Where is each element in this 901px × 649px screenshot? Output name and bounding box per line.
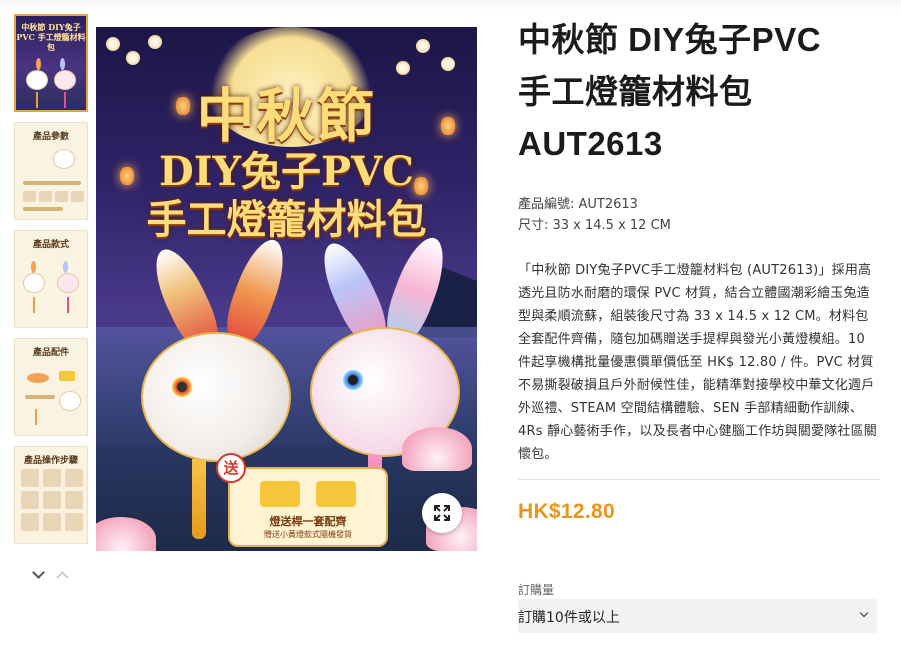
main-product-image[interactable]: 中秋節 DIY兔子PVC 手工燈籠材料包 燈送桿一套配齊 贈送小黃燈款式隨機發貨… — [96, 27, 477, 551]
product-size: 尺寸: 33 x 14.5 x 12 CM — [518, 218, 671, 233]
param-cell — [71, 191, 84, 202]
thumbnail-3[interactable]: 產品款式 — [14, 230, 88, 328]
rabbit-ear — [36, 58, 41, 70]
thumbnail-title: 產品款式 — [32, 240, 69, 250]
blossom — [148, 35, 162, 49]
tassel — [64, 92, 66, 108]
product-title-line2: 手工燈籠材料包 — [518, 73, 753, 110]
param-cell — [39, 191, 52, 202]
quantity-selected-value: 訂購10件或以上 — [518, 610, 620, 626]
yellow-light — [59, 371, 75, 381]
param-cell — [55, 191, 68, 202]
step-cell — [43, 491, 61, 509]
blossom — [126, 51, 140, 65]
blossom — [106, 37, 120, 51]
step-cell — [65, 513, 83, 531]
thumbnail-title: 產品參數 — [32, 132, 69, 142]
gift-text-2: 贈送小黃燈款式隨機發貨 — [264, 530, 352, 539]
product-meta: 產品編號: AUT2613 尺寸: 33 x 14.5 x 12 CM — [518, 194, 880, 236]
quantity-label: 訂購量 — [518, 583, 555, 597]
thumbnail-2[interactable]: 產品參數 — [14, 122, 88, 220]
gift-box: 燈送桿一套配齊 贈送小黃燈款式隨機發貨 — [228, 467, 388, 547]
rabbit-eye — [171, 376, 193, 398]
step-cell — [65, 491, 83, 509]
thumbnail-title: 產品操作步驟 — [23, 456, 78, 466]
handle-stick — [25, 395, 55, 399]
rabbit-ear — [27, 373, 49, 383]
top-border — [0, 0, 901, 10]
param-bar — [23, 181, 81, 185]
yellow-light — [316, 481, 356, 507]
lotus-flower — [402, 427, 472, 471]
rabbit-ear — [60, 58, 65, 70]
param-cell — [23, 191, 36, 202]
lotus-flower — [96, 517, 156, 551]
product-description: 「中秋節 DIY兔子PVC手工燈籠材料包 (AUT2613)」採用高透光且防水耐… — [518, 263, 878, 462]
thumbnail-5[interactable]: 產品操作步驟 — [14, 446, 88, 544]
chevron-down-icon[interactable] — [32, 566, 45, 579]
step-cell — [65, 469, 83, 487]
rabbit-lantern — [23, 273, 45, 293]
rabbit-ear — [31, 261, 36, 273]
rabbit-lantern — [53, 149, 75, 169]
thumbnail-title: 中秋節 DIY兔子PVC 手工燈籠材料包 — [16, 22, 86, 52]
tassel — [67, 297, 69, 313]
tassel — [36, 92, 38, 108]
step-cell — [21, 513, 39, 531]
product-sku: 產品編號: AUT2613 — [518, 197, 638, 212]
thumbnail-list: 中秋節 DIY兔子PVC 手工燈籠材料包 產品參數 產品款式 產品配件 產品操作 — [14, 14, 88, 554]
step-cell — [21, 491, 39, 509]
thumbnail-4[interactable]: 產品配件 — [14, 338, 88, 436]
rabbit-lantern — [57, 273, 79, 293]
product-info: 中秋節 DIY兔子PVC 手工燈籠材料包 AUT2613 產品編號: AUT26… — [518, 14, 880, 524]
chevron-down-icon — [859, 608, 869, 618]
step-cell — [21, 469, 39, 487]
param-bar — [23, 207, 63, 211]
blossom — [416, 39, 430, 53]
product-title: 中秋節 DIY兔子PVC 手工燈籠材料包 AUT2613 — [518, 14, 880, 170]
thumbnail-title: 產品配件 — [32, 348, 69, 358]
gift-badge: 送 — [216, 453, 246, 483]
step-cell — [43, 513, 61, 531]
tassel — [35, 409, 37, 425]
chevron-up-icon[interactable] — [56, 571, 69, 584]
product-title-line1: 中秋節 DIY兔子PVC — [518, 21, 822, 58]
product-title-line3: AUT2613 — [518, 125, 663, 162]
product-price: HK$12.80 — [518, 500, 615, 523]
rabbit-eye — [342, 369, 364, 391]
rabbit-lantern — [54, 70, 76, 90]
expand-icon — [434, 505, 450, 521]
rabbit-lantern — [59, 391, 81, 411]
image-title-line3: 手工燈籠材料包 — [146, 196, 427, 243]
divider — [518, 479, 880, 480]
rabbit-lantern — [26, 70, 48, 90]
rabbit-lantern-left — [141, 332, 291, 462]
gift-text-1: 燈送桿一套配齊 — [269, 515, 347, 528]
rabbit-ear — [63, 261, 68, 273]
yellow-light — [260, 481, 300, 507]
quantity-select[interactable]: 訂購10件或以上 — [518, 599, 877, 633]
tassel — [33, 297, 35, 313]
thumbnail-nav — [30, 566, 74, 584]
thumbnail-1[interactable]: 中秋節 DIY兔子PVC 手工燈籠材料包 — [14, 14, 88, 112]
tassel-yellow — [192, 459, 206, 539]
step-cell — [43, 469, 61, 487]
zoom-button[interactable] — [422, 493, 462, 533]
